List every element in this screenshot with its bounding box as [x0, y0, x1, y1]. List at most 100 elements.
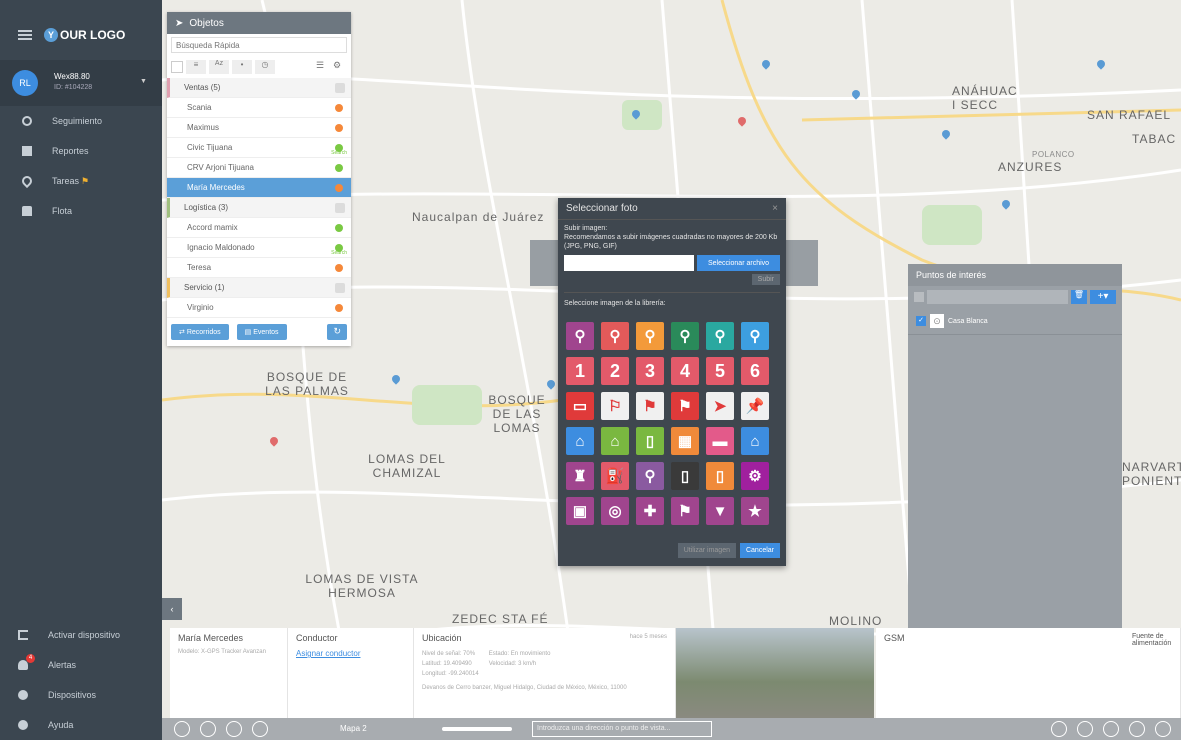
fuel-icon[interactable]: ⛽ — [601, 462, 629, 490]
pin-icon[interactable]: ⚲ — [706, 322, 734, 350]
pen-icon[interactable] — [1051, 721, 1067, 737]
number-6-icon[interactable]: 6 — [741, 357, 769, 385]
number-3-icon[interactable]: 3 — [636, 357, 664, 385]
use-image-button[interactable]: Utilizar imagen — [677, 543, 736, 558]
office-icon[interactable]: ▦ — [671, 427, 699, 455]
poi-row[interactable]: ✓ ⊙ Casa Blanca — [908, 308, 1122, 335]
building-icon[interactable]: ⌂ — [601, 427, 629, 455]
pattern-icon[interactable]: ⚙ — [741, 462, 769, 490]
signpost-icon[interactable]: ⚐ — [601, 392, 629, 420]
poi-select-all[interactable] — [914, 292, 924, 302]
door-icon[interactable]: ▯ — [671, 462, 699, 490]
tower-icon[interactable]: ▯ — [636, 427, 664, 455]
trash-icon[interactable]: 🗑 — [1071, 290, 1087, 304]
map-selector[interactable]: Mapa 2 — [340, 724, 367, 733]
object-row[interactable]: CRV Arjoni Tijuana — [167, 158, 351, 178]
pin-icon[interactable]: ⚲ — [601, 322, 629, 350]
menu-list-icon[interactable]: ☰ — [316, 60, 330, 74]
poi-checkbox[interactable]: ✓ — [916, 316, 926, 326]
nav-alertas[interactable]: 4 Alertas — [0, 650, 162, 680]
factory-icon[interactable]: ▬ — [706, 427, 734, 455]
poi-search-input[interactable] — [927, 290, 1068, 304]
home-icon[interactable] — [1103, 721, 1119, 737]
chevron-down-icon[interactable]: ▼ — [140, 78, 147, 85]
street-view-image[interactable] — [676, 628, 874, 718]
object-row[interactable]: Maximus — [167, 118, 351, 138]
object-row[interactable]: María Mercedes — [167, 178, 351, 198]
target-icon[interactable] — [1129, 721, 1145, 737]
pin-icon[interactable]: ⚲ — [671, 322, 699, 350]
nav-reportes[interactable]: Reportes — [0, 136, 162, 166]
quick-search-input[interactable] — [171, 37, 347, 53]
pin-marker-icon[interactable]: ▼ — [706, 497, 734, 525]
upload-button[interactable]: Subir — [751, 274, 780, 285]
zoom-slider[interactable] — [442, 727, 512, 731]
add-icon[interactable]: +▾ — [1090, 290, 1116, 304]
number-2-icon[interactable]: 2 — [601, 357, 629, 385]
flag-icon[interactable]: ⚑ — [671, 392, 699, 420]
object-row[interactable]: Virginio — [167, 298, 351, 318]
shop-icon[interactable]: ▭ — [566, 392, 594, 420]
object-row[interactable]: Civic Tijuana Search — [167, 138, 351, 158]
group-toggle-icon[interactable] — [335, 282, 345, 293]
nav-activar[interactable]: Activar dispositivo — [0, 620, 162, 650]
pin-icon[interactable]: ⚲ — [566, 322, 594, 350]
cancel-button[interactable]: Cancelar — [739, 543, 780, 558]
layers-icon[interactable] — [174, 721, 190, 737]
pin-icon[interactable]: ⚲ — [741, 322, 769, 350]
number-5-icon[interactable]: 5 — [706, 357, 734, 385]
assign-driver-link[interactable]: Asignar conductor — [296, 649, 405, 658]
object-row[interactable]: Teresa — [167, 258, 351, 278]
object-row[interactable]: Accord mamix — [167, 218, 351, 238]
pause-icon[interactable] — [200, 721, 216, 737]
object-row[interactable]: Ignacio Maldonado Search — [167, 238, 351, 258]
location-icon[interactable] — [252, 721, 268, 737]
nav-tareas[interactable]: Tareas ⚑ — [0, 166, 162, 196]
pin-icon[interactable]: ⚲ — [636, 322, 664, 350]
address-search-input[interactable]: Introduzca una dirección o punto de vist… — [532, 721, 712, 737]
share-icon[interactable] — [226, 721, 242, 737]
star-icon[interactable]: ★ — [741, 497, 769, 525]
stadium-icon[interactable]: ⌂ — [741, 427, 769, 455]
frame-icon[interactable]: ▣ — [566, 497, 594, 525]
collapse-toggle[interactable]: ‹ — [162, 598, 182, 620]
recorridos-button[interactable]: ⇄ Recorridos — [171, 324, 229, 340]
eventos-button[interactable]: ▤ Eventos — [236, 324, 287, 340]
crossroad-icon[interactable]: ✚ — [636, 497, 664, 525]
antenna-icon[interactable]: ⚲ — [636, 462, 664, 490]
pushpin-icon[interactable]: 📌 — [741, 392, 769, 420]
dot-icon[interactable]: • — [232, 60, 252, 74]
group-toggle-icon[interactable] — [335, 82, 345, 93]
group-toggle-icon[interactable] — [335, 202, 345, 213]
user-icon[interactable] — [1077, 721, 1093, 737]
group-row[interactable]: Ventas (5) — [167, 78, 351, 98]
close-icon[interactable]: × — [772, 203, 778, 214]
number-4-icon[interactable]: 4 — [671, 357, 699, 385]
select-file-button[interactable]: Seleccionar archivo — [697, 255, 780, 271]
settings-icon[interactable]: ⚙ — [333, 60, 347, 74]
house-icon[interactable]: ⌂ — [566, 427, 594, 455]
flag-icon[interactable]: ⚑ — [636, 392, 664, 420]
file-name-field[interactable] — [564, 255, 694, 271]
fullscreen-icon[interactable] — [1155, 721, 1171, 737]
castle-icon[interactable]: ♜ — [566, 462, 594, 490]
group-row[interactable]: Logística (3) — [167, 198, 351, 218]
nav-ayuda[interactable]: Ayuda — [0, 710, 162, 740]
object-row[interactable]: Scania — [167, 98, 351, 118]
select-all-checkbox[interactable] — [171, 61, 183, 73]
target-icon[interactable]: ◎ — [601, 497, 629, 525]
number-1-icon[interactable]: 1 — [566, 357, 594, 385]
sort-icon[interactable]: Az — [209, 60, 229, 74]
user-block[interactable]: RL Wex88.80 ID: #104228 ▼ — [0, 60, 162, 106]
arrow-icon[interactable]: ➤ — [706, 392, 734, 420]
list-icon[interactable]: ≡ — [186, 60, 206, 74]
nav-flota[interactable]: Flota — [0, 196, 162, 226]
menu-icon[interactable] — [18, 30, 32, 40]
refresh-icon[interactable]: ↻ — [327, 324, 347, 340]
flag-icon[interactable]: ⚑ — [671, 497, 699, 525]
nav-seguimiento[interactable]: Seguimiento — [0, 106, 162, 136]
elevator-icon[interactable]: ▯ — [706, 462, 734, 490]
nav-dispositivos[interactable]: Dispositivos — [0, 680, 162, 710]
group-row[interactable]: Servicio (1) — [167, 278, 351, 298]
clock-icon[interactable]: ◷ — [255, 60, 275, 74]
